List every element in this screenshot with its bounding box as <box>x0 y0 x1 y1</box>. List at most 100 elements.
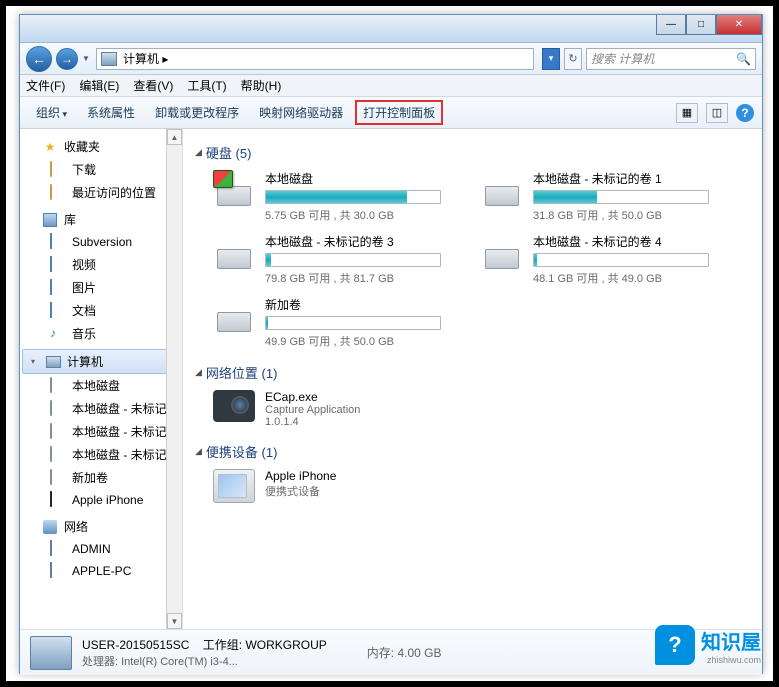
sidebar-scrollbar[interactable]: ▲ ▼ <box>166 129 182 629</box>
hard-drive-icon <box>213 296 255 332</box>
capacity-bar <box>265 316 441 330</box>
portable-section-header[interactable]: ◢ 便携设备 (1) <box>195 442 750 461</box>
capacity-bar <box>533 190 709 204</box>
portable-device-item[interactable]: Apple iPhone 便携式设备 <box>213 469 750 503</box>
system-properties-button[interactable]: 系统属性 <box>79 100 143 125</box>
subversion-icon <box>50 234 66 250</box>
drives-section-header[interactable]: ◢ 硬盘 (5) <box>195 143 750 162</box>
organize-button[interactable]: 组织 <box>28 100 75 125</box>
computer-icon <box>45 354 61 370</box>
drive-icon <box>50 378 66 394</box>
address-bar[interactable]: 计算机 ▸ <box>96 48 534 70</box>
watermark-text: 知识屋 <box>701 626 761 655</box>
maximize-button[interactable]: □ <box>686 15 716 35</box>
open-control-panel-button[interactable]: 打开控制面板 <box>355 100 443 125</box>
view-mode-button[interactable]: ▦ <box>676 103 698 123</box>
menu-edit[interactable]: 编辑(E) <box>79 77 119 94</box>
menu-bar: 文件(F) 编辑(E) 查看(V) 工具(T) 帮助(H) <box>20 75 762 97</box>
iphone-icon <box>50 492 66 508</box>
drive-item[interactable]: 本地磁盘 - 未标记的卷 448.1 GB 可用 , 共 49.0 GB <box>481 233 733 286</box>
navigation-pane: ★ 收藏夹 下载 最近访问的位置 库 Subversion <box>20 129 183 629</box>
sidebar-item-videos[interactable]: 视频 <box>20 253 182 276</box>
search-icon: 🔍 <box>736 52 751 66</box>
sidebar-item-recent[interactable]: 最近访问的位置 <box>20 181 182 204</box>
back-button[interactable]: ← <box>26 46 52 72</box>
pc-icon <box>50 541 66 557</box>
close-button[interactable]: ✕ <box>716 15 762 35</box>
cpu-value: Intel(R) Core(TM) i3-4... <box>121 656 238 668</box>
collapse-icon: ◢ <box>195 446 202 457</box>
help-button[interactable]: ? <box>736 104 754 122</box>
drive-item[interactable]: 本地磁盘5.75 GB 可用 , 共 30.0 GB <box>213 170 465 223</box>
scroll-up-icon[interactable]: ▲ <box>167 129 182 145</box>
drive-icon <box>50 470 66 486</box>
sidebar-item-downloads[interactable]: 下载 <box>20 158 182 181</box>
drive-stats: 49.9 GB 可用 , 共 50.0 GB <box>265 333 465 349</box>
sidebar-item-drive[interactable]: 本地磁盘 - 未标记的卷 <box>20 420 182 443</box>
pictures-icon <box>50 280 66 296</box>
libraries-header[interactable]: 库 <box>20 208 182 231</box>
computer-header[interactable]: ▾ 计算机 <box>22 349 180 374</box>
pc-icon <box>50 563 66 579</box>
address-path: 计算机 ▸ <box>123 50 168 67</box>
sidebar-item-drive[interactable]: 新加卷 <box>20 466 182 489</box>
preview-pane-button[interactable]: ◫ <box>706 103 728 123</box>
favorites-header[interactable]: ★ 收藏夹 <box>20 135 182 158</box>
search-placeholder: 搜索 计算机 <box>591 50 654 67</box>
minimize-button[interactable]: — <box>656 15 686 35</box>
search-input[interactable]: 搜索 计算机 🔍 <box>586 48 756 70</box>
menu-help[interactable]: 帮助(H) <box>241 77 282 94</box>
history-dropdown[interactable]: ▼ <box>82 54 92 63</box>
menu-file[interactable]: 文件(F) <box>26 77 65 94</box>
address-dropdown[interactable]: ▾ <box>542 48 560 70</box>
menu-tools[interactable]: 工具(T) <box>187 77 226 94</box>
titlebar[interactable]: — □ ✕ <box>20 15 762 43</box>
drive-name: 新加卷 <box>265 296 465 313</box>
drive-icon <box>50 401 66 417</box>
menu-view[interactable]: 查看(V) <box>133 77 173 94</box>
nav-bar: ← → ▼ 计算机 ▸ ▾ ↻ 搜索 计算机 🔍 <box>20 43 762 75</box>
video-icon <box>50 257 66 273</box>
sidebar-item-network-pc[interactable]: ADMIN <box>20 538 182 560</box>
watermark: ? 知识屋 zhishiwu.com <box>655 625 761 665</box>
sidebar-item-music[interactable]: ♪音乐 <box>20 322 182 345</box>
netloc-version: 1.0.1.4 <box>265 416 360 428</box>
toolbar: 组织 系统属性 卸载或更改程序 映射网络驱动器 打开控制面板 ▦ ◫ ? <box>20 97 762 129</box>
camera-icon <box>213 390 255 422</box>
drive-item[interactable]: 新加卷 49.9 GB 可用 , 共 50.0 GB <box>213 296 465 349</box>
sidebar-item-drive[interactable]: 本地磁盘 - 未标记的卷 <box>20 443 182 466</box>
netloc-name: ECap.exe <box>265 390 360 404</box>
sidebar-item-iphone[interactable]: Apple iPhone <box>20 489 182 511</box>
hard-drive-icon <box>481 233 523 269</box>
network-icon <box>42 519 58 535</box>
drive-name: 本地磁盘 - 未标记的卷 3 <box>265 233 465 250</box>
drive-name: 本地磁盘 - 未标记的卷 4 <box>533 233 733 250</box>
music-icon: ♪ <box>50 326 66 342</box>
uninstall-button[interactable]: 卸载或更改程序 <box>147 100 247 125</box>
sidebar-item-network-pc[interactable]: APPLE-PC <box>20 560 182 582</box>
refresh-button[interactable]: ↻ <box>564 48 582 70</box>
device-type: 便携式设备 <box>265 483 336 499</box>
network-location-item[interactable]: ECap.exe Capture Application 1.0.1.4 <box>213 390 750 428</box>
sidebar-item-pictures[interactable]: 图片 <box>20 276 182 299</box>
cpu-label: 处理器: <box>82 656 118 668</box>
sidebar-item-drive[interactable]: 本地磁盘 - 未标记的卷 <box>20 397 182 420</box>
drive-icon <box>50 447 66 463</box>
documents-icon <box>50 303 66 319</box>
netloc-section-header[interactable]: ◢ 网络位置 (1) <box>195 363 750 382</box>
computer-name: USER-20150515SC <box>82 638 189 652</box>
watermark-badge-icon: ? <box>655 625 695 665</box>
scroll-down-icon[interactable]: ▼ <box>167 613 182 629</box>
network-header[interactable]: 网络 <box>20 515 182 538</box>
forward-button[interactable]: → <box>56 48 78 70</box>
hard-drive-icon <box>213 233 255 269</box>
capacity-bar <box>533 253 709 267</box>
drive-item[interactable]: 本地磁盘 - 未标记的卷 379.8 GB 可用 , 共 81.7 GB <box>213 233 465 286</box>
memory-value: 4.00 GB <box>397 646 441 660</box>
drive-item[interactable]: 本地磁盘 - 未标记的卷 131.8 GB 可用 , 共 50.0 GB <box>481 170 733 223</box>
sidebar-item-subversion[interactable]: Subversion <box>20 231 182 253</box>
sidebar-item-documents[interactable]: 文档 <box>20 299 182 322</box>
map-drive-button[interactable]: 映射网络驱动器 <box>251 100 351 125</box>
drive-icon <box>50 424 66 440</box>
sidebar-item-drive[interactable]: 本地磁盘 <box>20 374 182 397</box>
